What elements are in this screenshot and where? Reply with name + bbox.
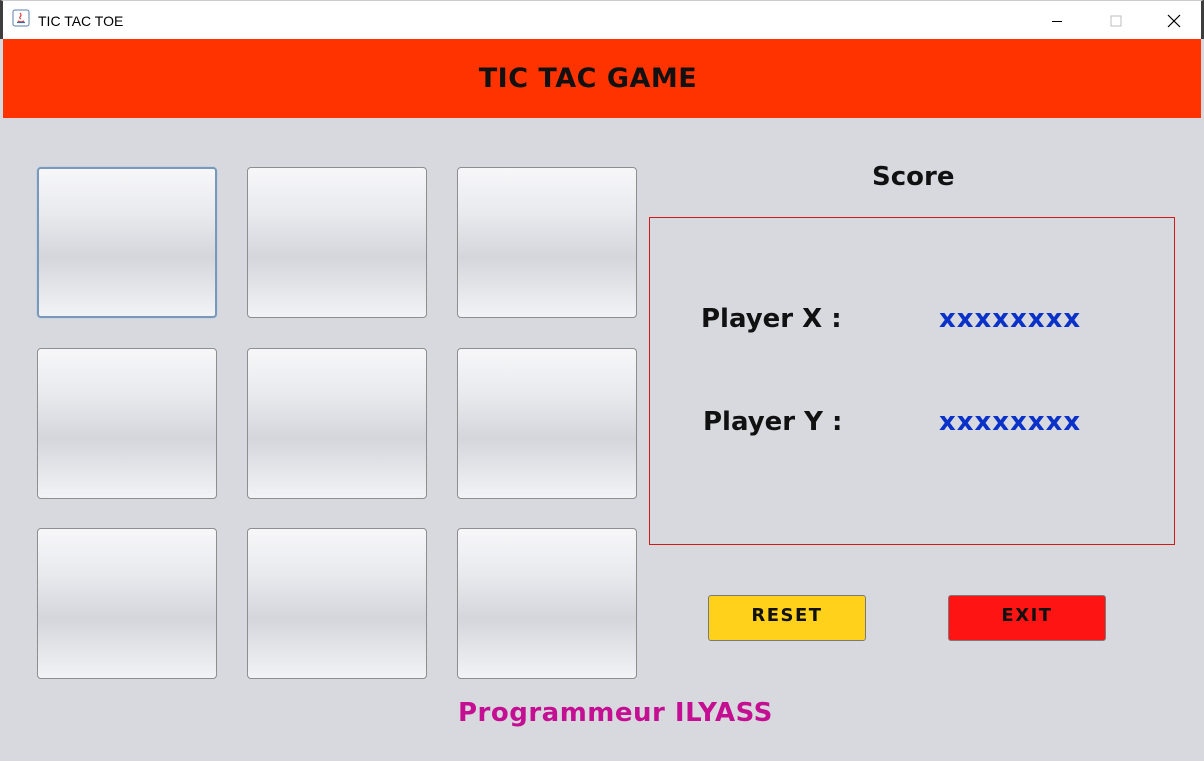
board-cell-9[interactable] xyxy=(457,528,637,679)
window-title: TIC TAC TOE xyxy=(38,13,124,29)
minimize-icon xyxy=(1052,20,1062,22)
board-cell-6[interactable] xyxy=(457,348,637,499)
board-cell-2[interactable] xyxy=(247,167,427,318)
programmer-credit: Programmeur ILYASS xyxy=(458,698,773,728)
score-title: Score xyxy=(872,162,955,192)
title-bar: TIC TAC TOE xyxy=(0,0,1204,39)
exit-button[interactable]: EXIT xyxy=(948,595,1106,641)
close-button[interactable] xyxy=(1145,1,1203,40)
maximize-icon xyxy=(1110,15,1122,26)
score-panel: Player X : xxxxxxxx Player Y : xxxxxxxx xyxy=(649,217,1175,545)
app-window: TIC TAC TOE TIC TAC GAME Score Player X … xyxy=(0,0,1204,761)
java-app-icon xyxy=(12,9,30,27)
player-y-label: Player Y : xyxy=(703,407,843,437)
board-cell-4[interactable] xyxy=(37,348,217,499)
player-x-label: Player X : xyxy=(701,304,842,334)
board-cell-5[interactable] xyxy=(247,348,427,499)
board-cell-3[interactable] xyxy=(457,167,637,318)
close-icon xyxy=(1167,14,1181,27)
board-cell-8[interactable] xyxy=(247,528,427,679)
player-x-score: xxxxxxxx xyxy=(939,304,1082,334)
header-banner: TIC TAC GAME xyxy=(3,39,1201,118)
minimize-button[interactable] xyxy=(1028,1,1086,40)
board-cell-7[interactable] xyxy=(37,528,217,679)
player-y-score: xxxxxxxx xyxy=(939,407,1082,437)
maximize-button[interactable] xyxy=(1087,1,1145,40)
board-cell-1[interactable] xyxy=(37,167,217,318)
reset-button[interactable]: RESET xyxy=(708,595,866,641)
game-title: TIC TAC GAME xyxy=(478,63,698,94)
